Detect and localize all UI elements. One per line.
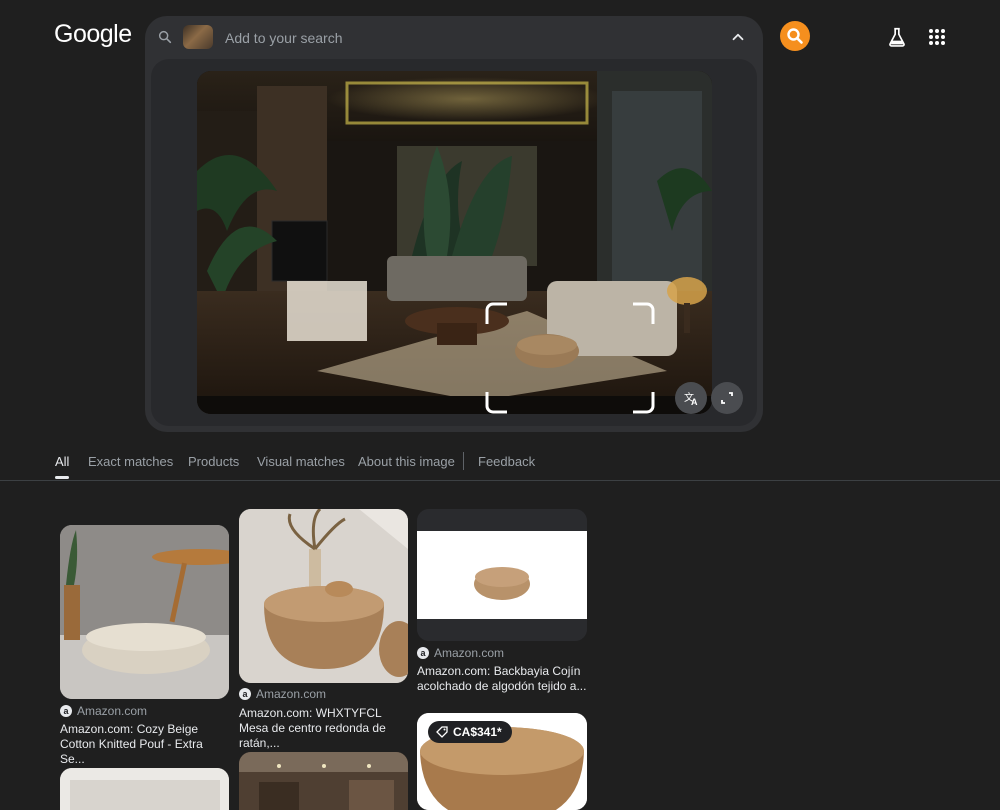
amazon-icon: a — [60, 705, 72, 717]
amazon-icon: a — [239, 688, 251, 700]
translate-icon: 文 A — [684, 391, 698, 407]
search-input[interactable] — [223, 24, 707, 52]
tab-divider — [463, 452, 464, 470]
chevron-up-icon[interactable] — [729, 28, 747, 46]
price-tag-icon — [436, 726, 448, 738]
flask-icon[interactable] — [886, 26, 908, 48]
apps-grid-icon[interactable] — [927, 27, 947, 47]
result-image[interactable] — [239, 752, 408, 810]
search-button[interactable] — [780, 21, 810, 51]
amazon-icon: a — [417, 647, 429, 659]
result-image[interactable] — [60, 525, 229, 699]
result-image[interactable] — [239, 509, 408, 683]
search-icon — [158, 30, 172, 44]
result-image[interactable] — [60, 768, 229, 810]
price-badge: CA$341* — [428, 721, 512, 743]
result-source[interactable]: a Amazon.com — [60, 704, 147, 718]
search-bar — [145, 16, 763, 58]
result-source-label: Amazon.com — [434, 646, 505, 660]
query-image-thumbnail[interactable] — [183, 25, 213, 49]
result-source[interactable]: a Amazon.com — [417, 646, 504, 660]
price-label: CA$341* — [453, 725, 502, 739]
result-source-label: Amazon.com — [256, 687, 327, 701]
tab-exact-matches[interactable]: Exact matches — [88, 454, 173, 469]
google-logo[interactable]: Google — [54, 20, 132, 49]
svg-text:A: A — [691, 397, 698, 407]
tab-visual-matches[interactable]: Visual matches — [257, 454, 345, 469]
divider — [0, 480, 1000, 481]
result-title[interactable]: Amazon.com: Cozy Beige Cotton Knitted Po… — [60, 722, 230, 767]
result-title[interactable]: Amazon.com: Backbayia Cojín acolchado de… — [417, 664, 589, 694]
result-source[interactable]: a Amazon.com — [239, 687, 326, 701]
expand-button[interactable] — [711, 382, 743, 414]
tab-about-this-image[interactable]: About this image — [358, 454, 455, 469]
result-image[interactable] — [417, 509, 587, 641]
tab-products[interactable]: Products — [188, 454, 239, 469]
feedback-link[interactable]: Feedback — [478, 454, 535, 469]
result-tabs: All Exact matches Products Visual matche… — [0, 446, 1000, 482]
crop-selection-frame[interactable] — [485, 302, 655, 414]
result-title[interactable]: Amazon.com: WHXTYFCL Mesa de centro redo… — [239, 706, 409, 751]
expand-icon — [721, 392, 733, 404]
tab-all[interactable]: All — [55, 454, 69, 469]
translate-button[interactable]: 文 A — [675, 382, 707, 414]
search-panel: 文 A — [145, 16, 763, 432]
active-tab-indicator — [55, 476, 69, 479]
result-source-label: Amazon.com — [77, 704, 148, 718]
search-icon — [787, 28, 803, 44]
